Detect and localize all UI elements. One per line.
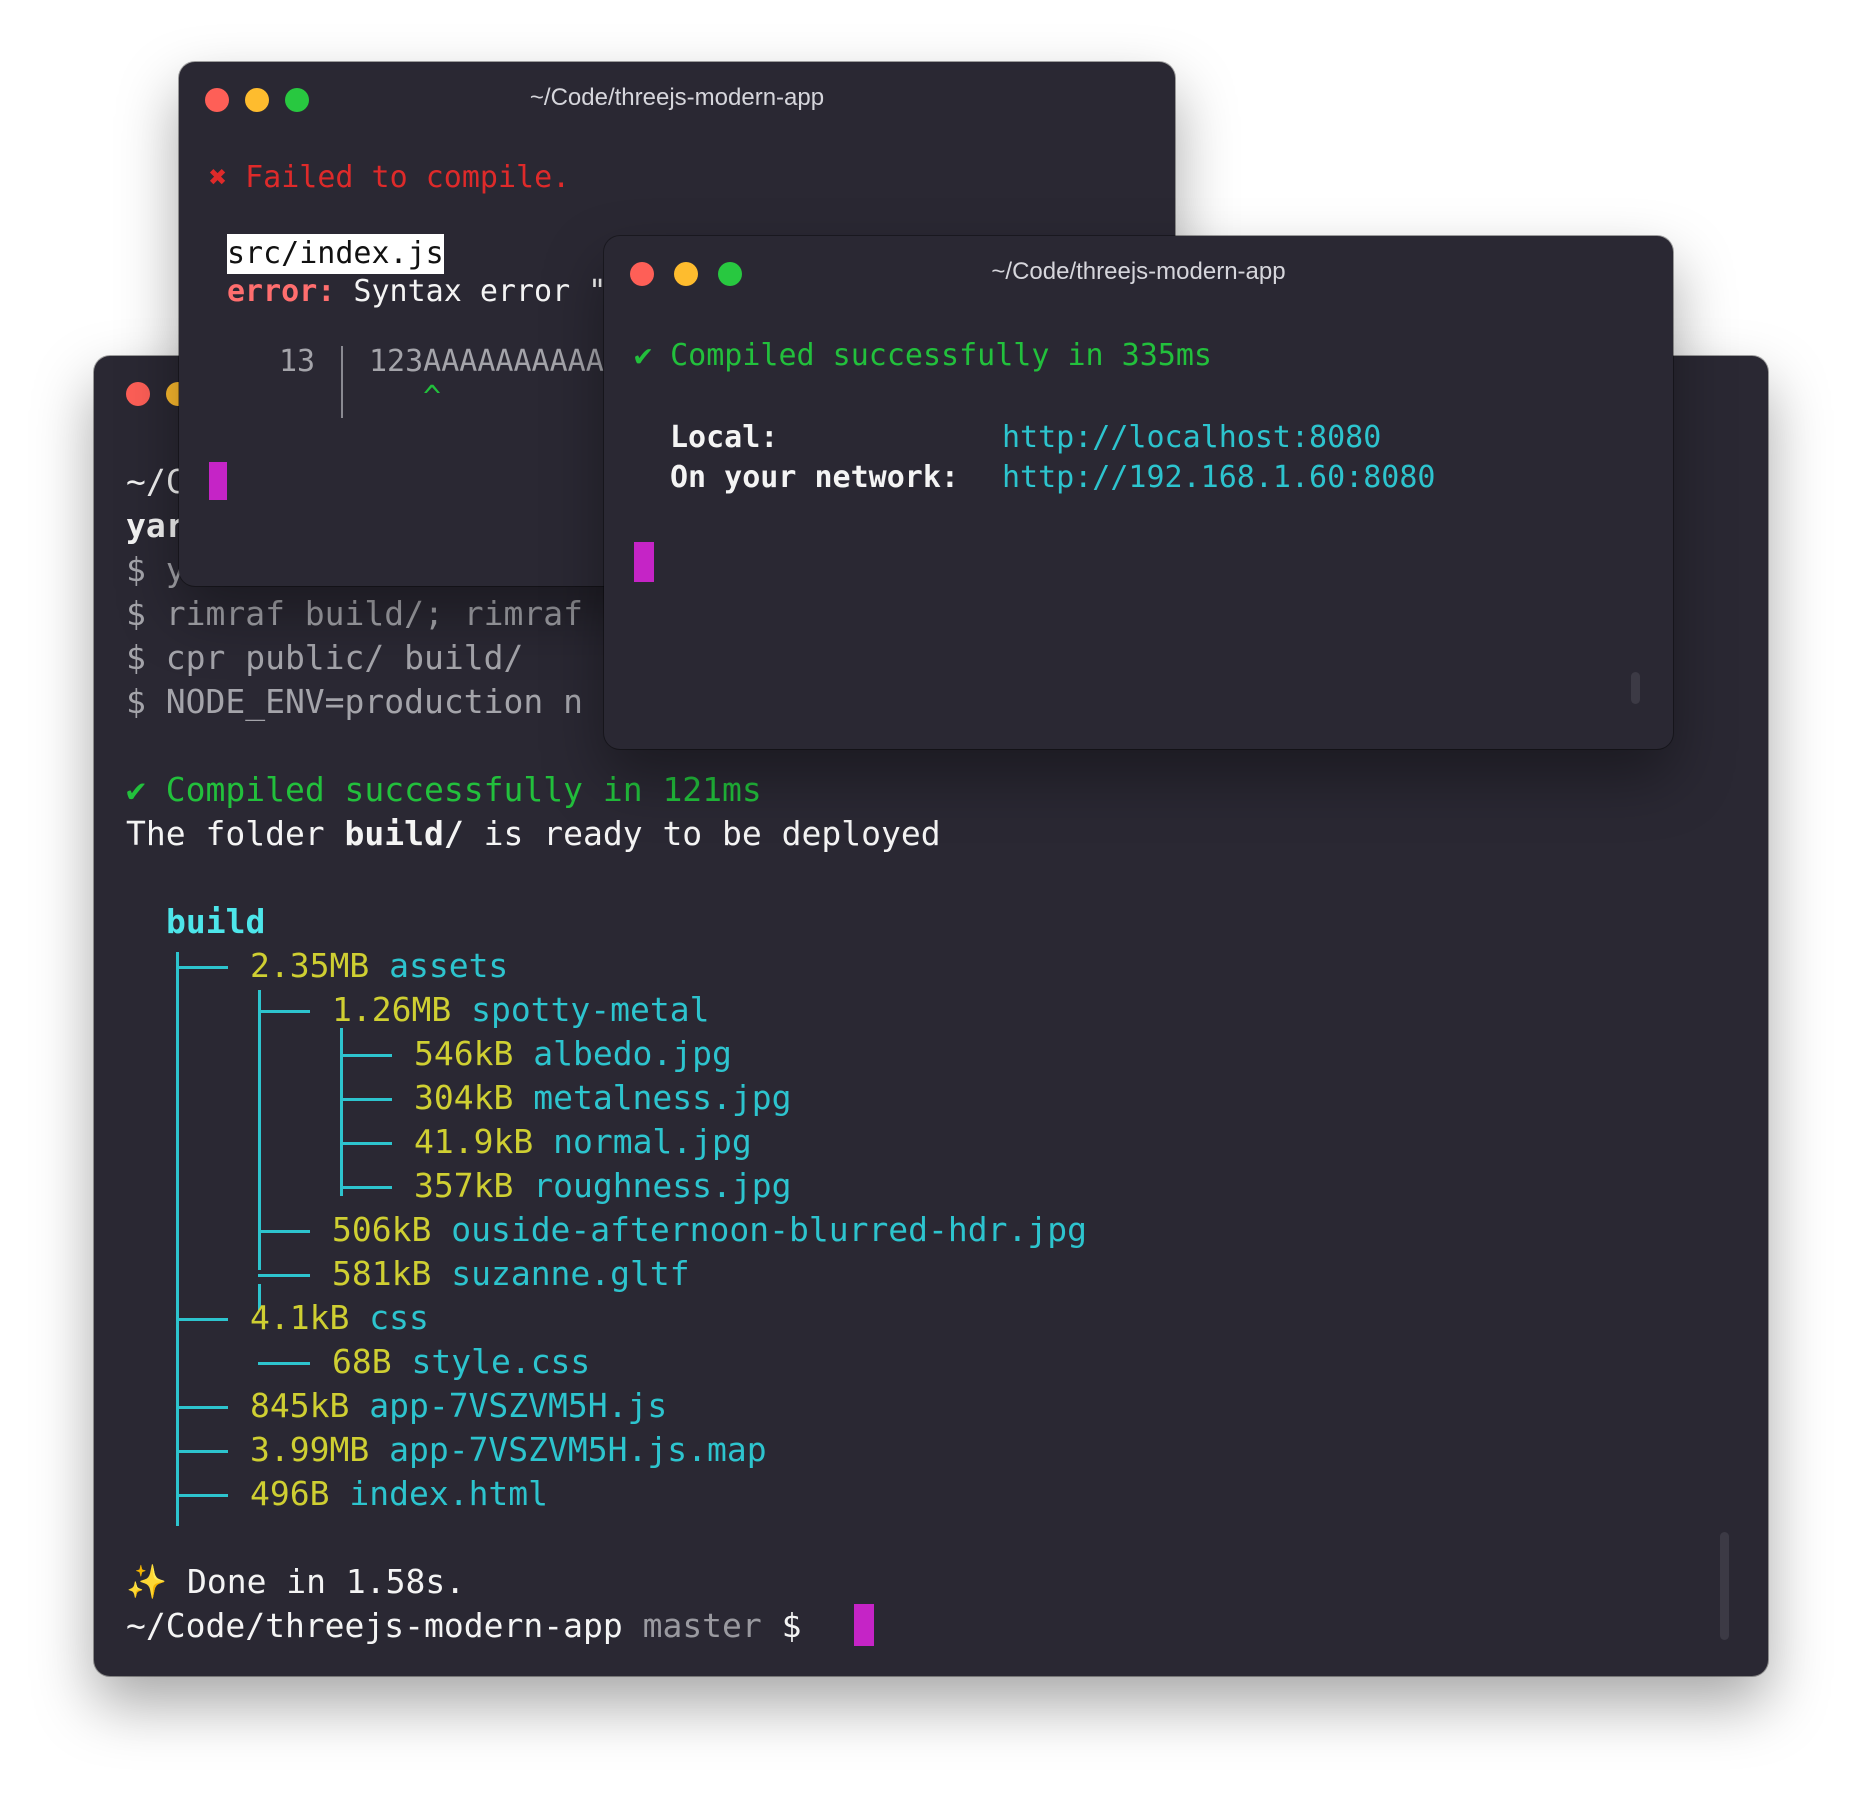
- tree-item-style-css: 68B style.css: [332, 1342, 591, 1381]
- dev-compiled-text: Compiled successfully in 335ms: [670, 338, 1212, 373]
- terminal-cursor: [854, 1604, 874, 1646]
- partial-command-text: yar: [126, 506, 186, 545]
- tree-item-assets: 2.35MB assets: [250, 946, 509, 985]
- tree-item-metalness: 304kB metalness.jpg: [414, 1078, 792, 1117]
- command-line-4: $ NODE_ENV=production n: [126, 682, 583, 721]
- tree-item-spotty-metal: 1.26MB spotty-metal: [332, 990, 710, 1029]
- error-label: error:: [227, 274, 336, 309]
- command-line-2: $ rimraf build/; rimraf: [126, 594, 583, 633]
- tree-item-suzanne: 581kB suzanne.gltf: [332, 1254, 690, 1293]
- dev-server-terminal-window[interactable]: ~/Code/threejs-modern-app ✔ Compiled suc…: [604, 236, 1673, 749]
- compile-failed-message: ✖ Failed to compile.: [209, 158, 570, 198]
- local-url-link[interactable]: http://localhost:8080: [1002, 418, 1381, 458]
- tree-item-albedo: 546kB albedo.jpg: [414, 1034, 732, 1073]
- done-text: Done in 1.58s.: [186, 1562, 466, 1601]
- window-title: ~/Code/threejs-modern-app: [529, 84, 825, 111]
- dev-terminal-titlebar[interactable]: ~/Code/threejs-modern-app: [604, 236, 1673, 310]
- code-snippet: 123AAAAAAAAAAA: [369, 344, 622, 379]
- terminal-cursor: [209, 462, 227, 500]
- partial-prompt-text: ~/C: [126, 462, 186, 501]
- tree-item-app-js-map: 3.99MB app-7VSZVM5H.js.map: [250, 1430, 767, 1469]
- network-url-link[interactable]: http://192.168.1.60:8080: [1002, 458, 1435, 498]
- tree-item-roughness: 357kB roughness.jpg: [414, 1166, 792, 1205]
- cross-icon: ✖: [209, 160, 228, 195]
- scrollbar-thumb[interactable]: [1631, 672, 1640, 704]
- build-folder-name: build/: [344, 814, 464, 853]
- command-line-1: $ y: [126, 550, 186, 589]
- compile-failed-text: Failed to compile.: [245, 160, 571, 195]
- tree-root: build: [166, 902, 266, 941]
- tree-trunk-line: [176, 952, 179, 1526]
- window-title: ~/Code/threejs-modern-app: [991, 258, 1286, 285]
- error-caret: ^: [423, 380, 442, 415]
- dev-compiled-message: ✔ Compiled successfully in 335ms: [634, 336, 1212, 376]
- tree-assets-line: [258, 990, 261, 1270]
- prompt-symbol: $: [781, 1606, 802, 1645]
- code-gutter: [341, 346, 343, 418]
- done-message: ✨ Done in 1.58s.: [126, 1560, 465, 1604]
- deploy-ready-message: The folder build/ is ready to be deploye…: [126, 814, 941, 853]
- error-terminal-titlebar[interactable]: ~/Code/threejs-modern-app: [179, 62, 1175, 136]
- tree-item-normal: 41.9kB normal.jpg: [414, 1122, 752, 1161]
- git-branch: master: [642, 1606, 762, 1645]
- command-line-3: $ cpr public/ build/: [126, 638, 524, 677]
- build-success-message: ✔ Compiled successfully in 121ms: [126, 768, 762, 812]
- tree-item-app-js: 845kB app-7VSZVM5H.js: [250, 1386, 668, 1425]
- terminal-cursor: [634, 542, 654, 582]
- error-file-name: src/index.js: [227, 234, 444, 274]
- prompt-path: ~/Code/threejs-modern-app: [126, 1606, 623, 1645]
- tree-item-index-html: 496B index.html: [250, 1474, 549, 1513]
- code-line-number: 13: [279, 344, 316, 379]
- network-label: On your network:: [670, 460, 959, 495]
- error-detail: error: Syntax error ": [227, 272, 606, 312]
- build-success-text: Compiled successfully in 121ms: [165, 770, 762, 809]
- close-window-button[interactable]: [126, 382, 150, 406]
- check-icon: ✔: [634, 338, 653, 373]
- sparkles-icon: ✨: [126, 1562, 168, 1601]
- shell-prompt: ~/Code/threejs-modern-app master $: [126, 1604, 802, 1648]
- error-text: Syntax error ": [335, 274, 607, 309]
- scrollbar-thumb[interactable]: [1720, 1532, 1729, 1640]
- tree-item-hdr: 506kB ouside-afternoon-blurred-hdr.jpg: [332, 1210, 1087, 1249]
- local-label: Local:: [670, 420, 779, 455]
- tree-item-css: 4.1kB css: [250, 1298, 429, 1337]
- check-icon: ✔: [126, 770, 146, 809]
